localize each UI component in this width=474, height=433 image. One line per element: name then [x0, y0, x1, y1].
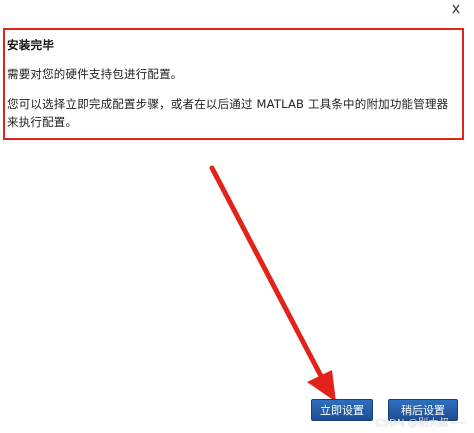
setup-later-button[interactable]: 稍后设置 [388, 399, 458, 421]
close-icon[interactable] [444, 2, 468, 16]
dialog-title: 安装完毕 [7, 38, 55, 52]
setup-now-button[interactable]: 立即设置 [311, 399, 373, 421]
dialog-window: 安装完毕 需要对您的硬件支持包进行配置。 您可以选择立即完成配置步骤，或者在以后… [0, 0, 474, 433]
message-line-1: 需要对您的硬件支持包进行配置。 [7, 67, 183, 81]
message-line-2: 您可以选择立即完成配置步骤，或者在以后通过 MATLAB 工具条中的附加功能管理… [7, 97, 449, 129]
